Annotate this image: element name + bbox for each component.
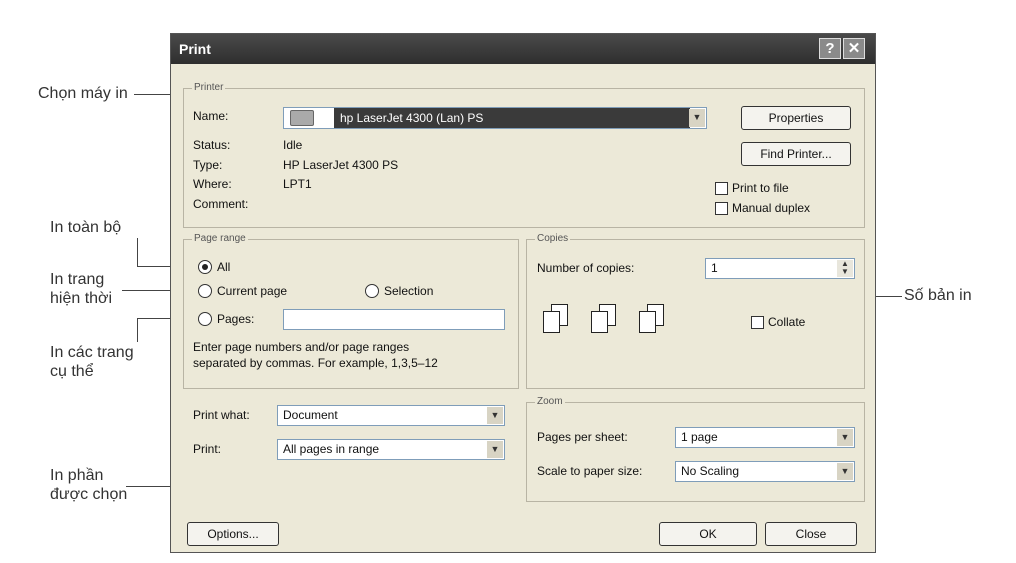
annotation-copies-count: Số bản in [904, 287, 972, 304]
comment-label: Comment: [193, 197, 249, 211]
annotation-print-current-line2: hiện thời [50, 290, 113, 307]
type-label: Type: [193, 158, 223, 172]
print-value: All pages in range [283, 442, 380, 456]
find-printer-button[interactable]: Find Printer... [741, 142, 851, 166]
manual-duplex-checkbox[interactable] [715, 202, 728, 215]
all-radio[interactable] [198, 260, 212, 274]
scale-dropdown[interactable]: No Scaling ▼ [675, 461, 855, 482]
printer-name-value: hp LaserJet 4300 (Lan) PS [334, 108, 690, 128]
type-value: HP LaserJet 4300 PS [283, 158, 399, 172]
zoom-group: Zoom [526, 396, 865, 502]
collate-label: Collate [768, 315, 806, 329]
status-label: Status: [193, 138, 231, 152]
print-what-value: Document [283, 408, 338, 422]
print-dropdown[interactable]: All pages in range ▼ [277, 439, 505, 460]
all-label: All [217, 260, 231, 274]
close-button[interactable]: Close [765, 522, 857, 546]
pages-per-sheet-dropdown[interactable]: 1 page ▼ [675, 427, 855, 448]
name-label: Name: [193, 109, 229, 123]
close-icon[interactable]: ✕ [843, 38, 865, 59]
current-page-radio[interactable] [198, 284, 212, 298]
print-label: Print: [193, 442, 222, 456]
number-of-copies-input[interactable]: 1 ▲ ▼ [705, 258, 855, 279]
options-button[interactable]: Options... [187, 522, 279, 546]
annotation-print-pages-line1: In các trang [50, 344, 134, 361]
scale-label: Scale to paper size: [537, 464, 643, 478]
chevron-down-icon[interactable]: ▼ [837, 463, 853, 480]
print-what-label: Print what: [193, 408, 250, 422]
leader-line [137, 238, 138, 266]
zoom-group-title: Zoom [535, 396, 565, 407]
chevron-down-icon[interactable]: ▼ [487, 441, 503, 458]
print-dialog: Print ? ✕ Printer Name: hp LaserJet 4300… [170, 33, 876, 553]
manual-duplex-label: Manual duplex [732, 201, 811, 215]
print-to-file-label: Print to file [732, 181, 789, 195]
number-of-copies-label: Number of copies: [537, 261, 635, 275]
page-range-help-line2: separated by commas. For example, 1,3,5–… [193, 356, 438, 370]
collate-checkbox[interactable] [751, 316, 764, 329]
annotation-print-current-line1: In trang [50, 271, 105, 288]
pages-per-sheet-value: 1 page [681, 430, 718, 444]
pages-label: Pages: [217, 312, 255, 326]
pages-input[interactable] [283, 309, 505, 330]
where-value: LPT1 [283, 177, 312, 191]
scale-value: No Scaling [681, 464, 740, 478]
annotation-choose-printer: Chọn máy in [38, 85, 128, 102]
current-page-label: Current page [217, 284, 288, 298]
leader-line [137, 318, 138, 342]
dialog-title: Print [179, 41, 211, 57]
printer-icon [290, 110, 314, 126]
number-of-copies-value: 1 [711, 261, 718, 275]
print-what-dropdown[interactable]: Document ▼ [277, 405, 505, 426]
printer-group-title: Printer [192, 82, 226, 93]
annotation-print-selection: In phần được chọn [50, 466, 127, 504]
pages-per-sheet-label: Pages per sheet: [537, 430, 628, 444]
title-bar: Print ? ✕ [171, 34, 875, 64]
status-value: Idle [283, 138, 303, 152]
leader-line [134, 94, 170, 95]
chevron-down-icon[interactable]: ▼ [837, 429, 853, 446]
spinner-icon[interactable]: ▲ ▼ [837, 260, 853, 277]
annotation-print-selection-line2: được chọn [50, 486, 128, 503]
chevron-down-icon[interactable]: ▼ [487, 407, 503, 424]
annotation-print-pages-line2: cụ thể [50, 363, 94, 380]
pages-radio[interactable] [198, 312, 212, 326]
page-range-group-title: Page range [192, 233, 248, 244]
properties-button[interactable]: Properties [741, 106, 851, 130]
selection-radio[interactable] [365, 284, 379, 298]
print-to-file-checkbox[interactable] [715, 182, 728, 195]
annotation-print-all: In toàn bộ [50, 219, 122, 236]
ok-button[interactable]: OK [659, 522, 757, 546]
annotation-print-current: In trang hiện thời [50, 270, 112, 308]
copies-group-title: Copies [535, 233, 571, 244]
chevron-down-icon[interactable]: ▼ [689, 109, 705, 127]
annotation-print-pages: In các trang cụ thể [50, 343, 134, 381]
help-icon[interactable]: ? [819, 38, 841, 59]
printer-name-dropdown[interactable]: hp LaserJet 4300 (Lan) PS ▼ [283, 107, 707, 129]
where-label: Where: [193, 177, 232, 191]
selection-label: Selection [384, 284, 434, 298]
page-range-help-line1: Enter page numbers and/or page ranges [193, 340, 410, 354]
annotation-print-selection-line1: In phần [50, 467, 104, 484]
